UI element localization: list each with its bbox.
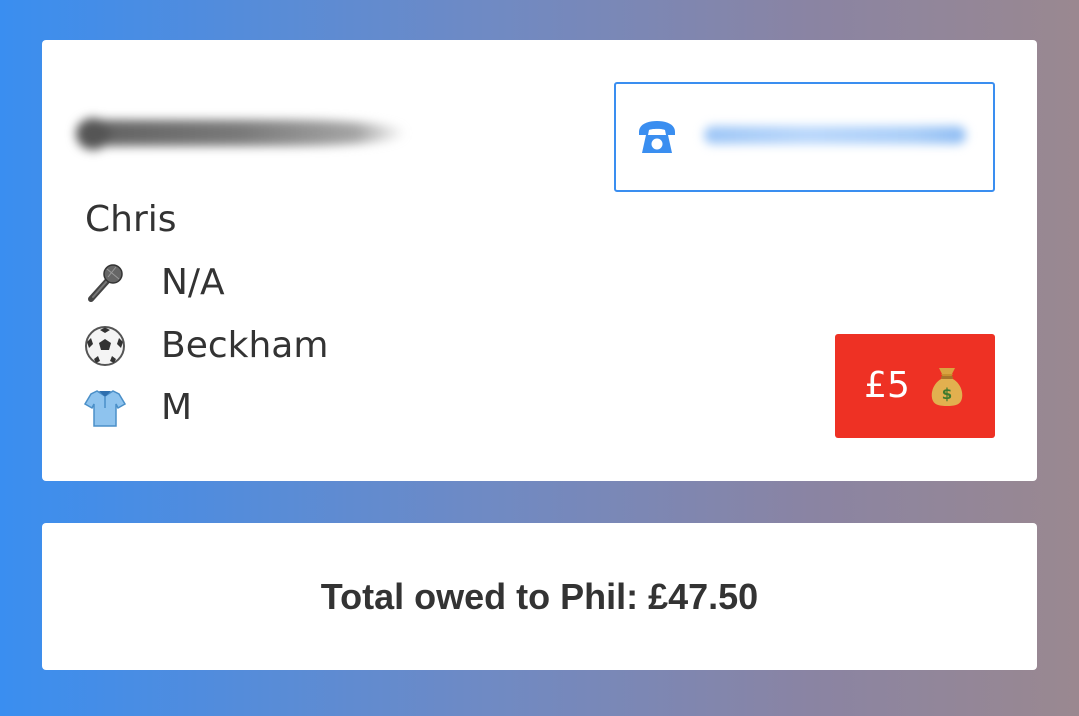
football-icon [82,324,128,368]
svg-text:$: $ [942,385,952,403]
telephone-icon [639,121,675,153]
redacted-phone-number [704,122,974,150]
favourite-player-value: Beckham [161,325,329,366]
position-value: N/A [161,262,225,303]
shirt-size-row: M [82,386,192,430]
summary-card: Total owed to Phil: £47.50 [42,523,1037,670]
favourite-player-row: Beckham [82,324,328,368]
payment-button[interactable]: £5 $ [835,334,995,438]
player-card: Chris N/A Beckham M £5 $ [42,40,1037,481]
total-owed-text: Total owed to Phil: £47.50 [320,575,759,617]
shirt-icon [82,386,128,430]
microphone-icon [82,261,128,305]
call-phone-button[interactable] [614,82,995,192]
redacted-full-name [76,112,416,156]
money-bag-icon: $ [931,368,963,406]
player-name: Chris [85,199,177,240]
payment-amount: £5 [864,365,910,406]
position-row: N/A [82,261,225,305]
shirt-size-value: M [161,387,193,428]
